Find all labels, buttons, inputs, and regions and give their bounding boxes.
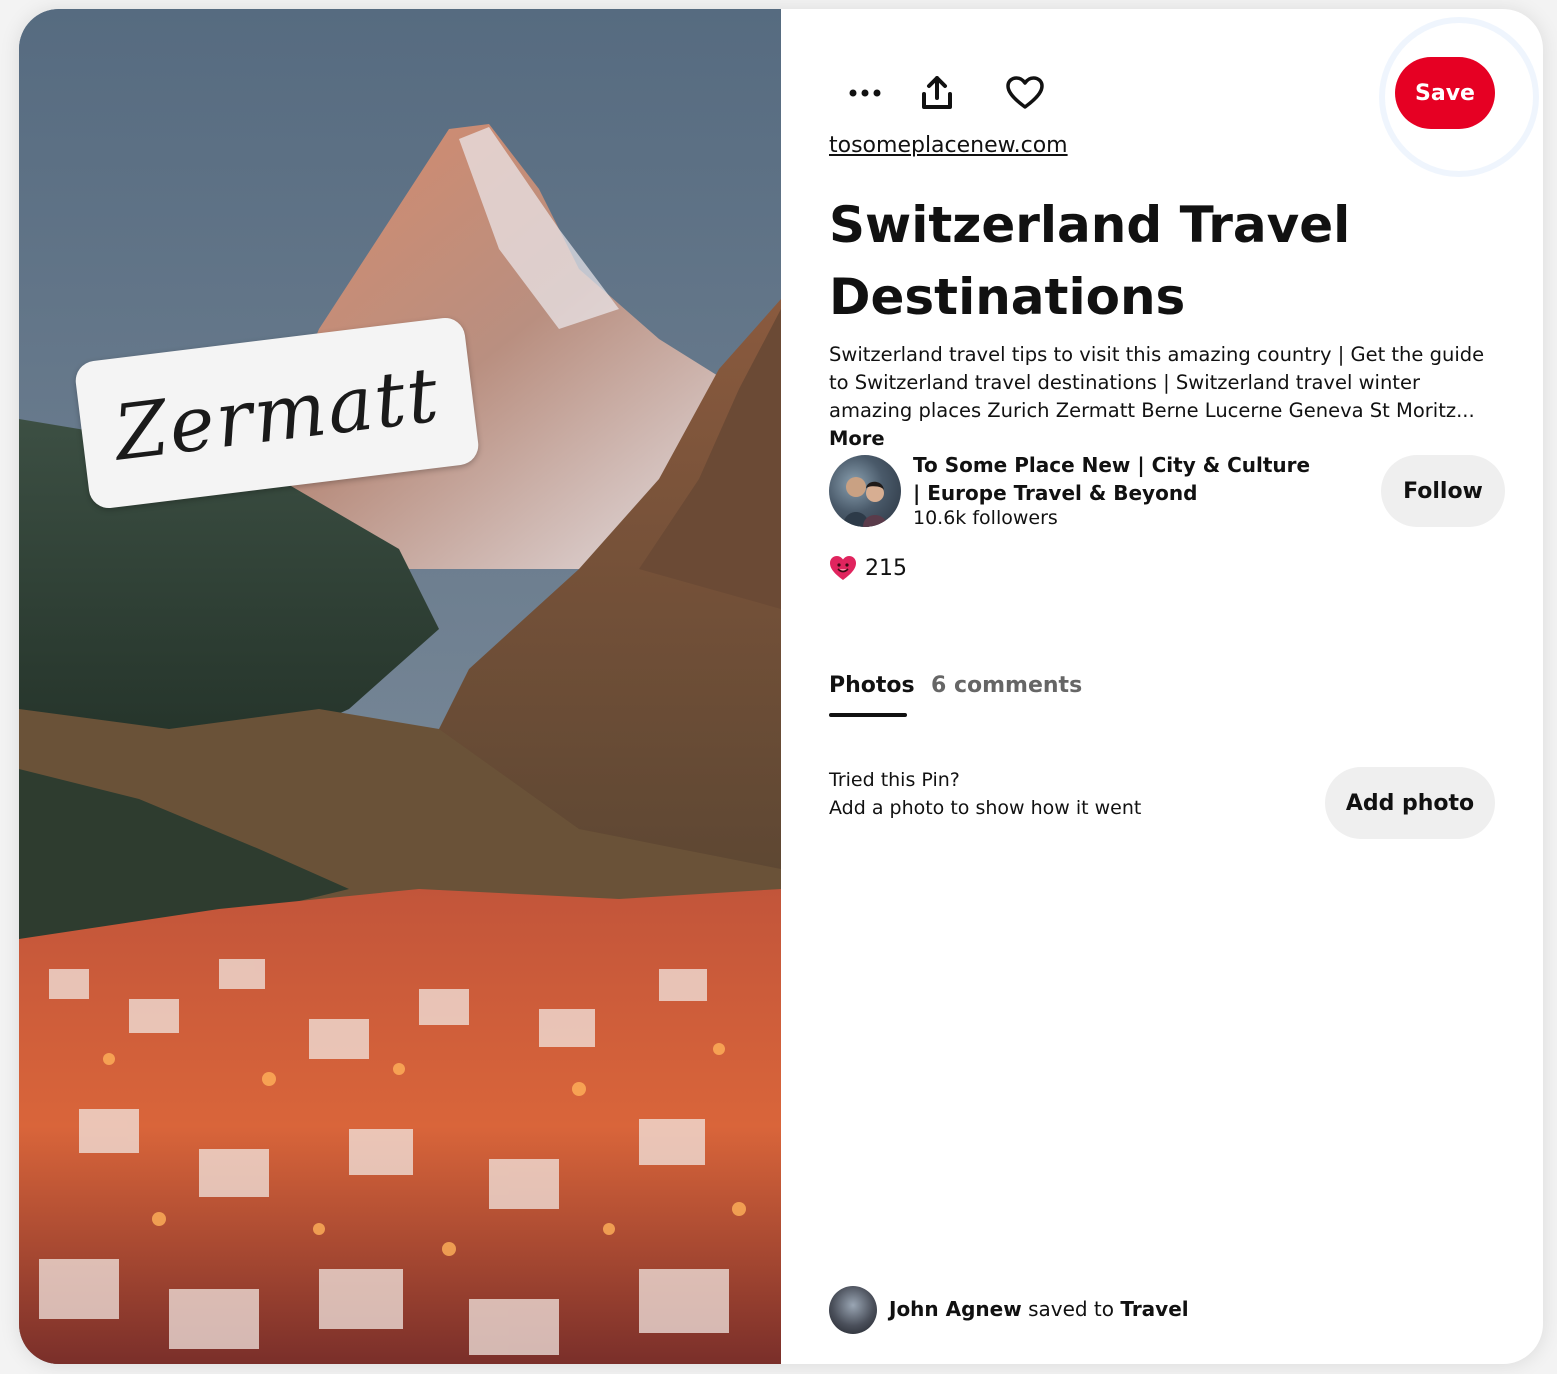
more-link[interactable]: More	[829, 427, 885, 450]
source-link[interactable]: tosomeplacenew.com	[829, 133, 1068, 158]
reaction-summary[interactable]: 215	[829, 555, 907, 581]
save-button[interactable]: Save	[1395, 57, 1495, 129]
pin-details-panel: Save tosomeplacenew.com Switzerland Trav…	[829, 9, 1519, 1364]
board-link[interactable]: Travel	[1120, 1297, 1188, 1321]
saved-by-line: John Agnew saved to Travel	[889, 1297, 1189, 1321]
tried-pin-subtitle: Add a photo to show how it went	[829, 797, 1142, 819]
saved-verb: saved to	[1028, 1297, 1115, 1321]
saver-name[interactable]: John Agnew	[889, 1297, 1022, 1321]
tried-pin-title: Tried this Pin?	[829, 769, 960, 791]
creator-avatar[interactable]	[829, 455, 901, 527]
more-horizontal-icon	[849, 89, 881, 97]
share-upload-icon	[922, 76, 952, 109]
heart-face-emoji-icon	[830, 556, 856, 580]
like-button[interactable]	[1001, 69, 1049, 117]
follow-button[interactable]: Follow	[1381, 455, 1505, 527]
saver-avatar[interactable]	[829, 1286, 877, 1334]
pin-title: Switzerland Travel Destinations	[829, 196, 1351, 326]
scenery-illustration	[19, 9, 781, 1364]
tab-photos[interactable]: Photos	[829, 673, 915, 698]
heart-outline-icon	[1006, 76, 1044, 109]
tab-comments[interactable]: 6 comments	[931, 673, 1082, 698]
creator-followers: 10.6k followers	[913, 507, 1058, 529]
more-options-button[interactable]	[841, 69, 889, 117]
active-tab-indicator	[829, 713, 907, 717]
add-photo-button[interactable]: Add photo	[1325, 767, 1495, 839]
share-button[interactable]	[913, 69, 961, 117]
pin-closeup-card: Zermatt Save tosomeplacenew.com Switzerl…	[19, 9, 1543, 1364]
pin-image[interactable]: Zermatt	[19, 9, 781, 1364]
pin-description: Switzerland travel tips to visit this am…	[829, 341, 1489, 453]
image-overlay-text: Zermatt	[109, 348, 445, 478]
creator-name[interactable]: To Some Place New | City & Culture | Eur…	[913, 451, 1313, 507]
reaction-count: 215	[865, 555, 907, 581]
pin-description-text: Switzerland travel tips to visit this am…	[829, 343, 1485, 422]
creator-avatar-image	[843, 477, 887, 527]
